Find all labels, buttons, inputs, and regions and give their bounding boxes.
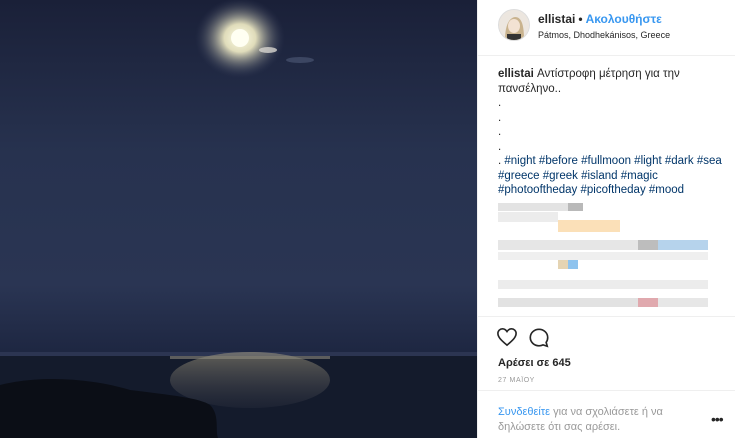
follow-button[interactable]: Ακολουθήστε xyxy=(586,12,662,26)
caption-dot: . xyxy=(498,140,502,153)
username-line: ellistai • Ακολουθήστε xyxy=(538,12,662,26)
separator-dot: • xyxy=(578,12,583,26)
post-date: 27 ΜΑΪΟΥ xyxy=(498,377,535,384)
caption: ellistai Αντίστροφη μέτρηση για την πανσ… xyxy=(498,67,723,198)
caption-username[interactable]: ellistai xyxy=(498,68,534,80)
login-prompt: Συνδεθείτε για να σχολιάσετε ή να δηλώσε… xyxy=(478,390,735,439)
blurred-comments xyxy=(498,200,728,320)
likes-count[interactable]: Αρέσει σε 645 xyxy=(498,357,571,369)
more-options-icon[interactable]: ••• xyxy=(711,411,724,427)
night-sea-image xyxy=(0,0,477,438)
caption-dot: . xyxy=(498,97,502,109)
comment-icon[interactable] xyxy=(528,327,550,349)
login-link[interactable]: Συνδεθείτε xyxy=(498,406,550,418)
avatar[interactable] xyxy=(498,9,530,41)
caption-hashtags[interactable]: #night #before #fullmoon #light #dark #s… xyxy=(498,155,722,196)
post-side-panel: ellistai • Ακολουθήστε Pátmos, Dhodhekánis… xyxy=(477,0,735,438)
location-link[interactable]: Pátmos, Dhodhekánisos, Greece xyxy=(538,30,670,40)
heart-icon[interactable] xyxy=(496,327,518,347)
caption-dot: . xyxy=(498,111,502,124)
post-photo[interactable] xyxy=(0,0,477,438)
username-link[interactable]: ellistai xyxy=(538,12,575,26)
caption-dot: . xyxy=(498,126,502,138)
login-text: Συνδεθείτε για να σχολιάσετε ή να δηλώσε… xyxy=(498,405,688,435)
post-header: ellistai • Ακολουθήστε Pátmos, Dhodhekánis… xyxy=(478,0,735,56)
